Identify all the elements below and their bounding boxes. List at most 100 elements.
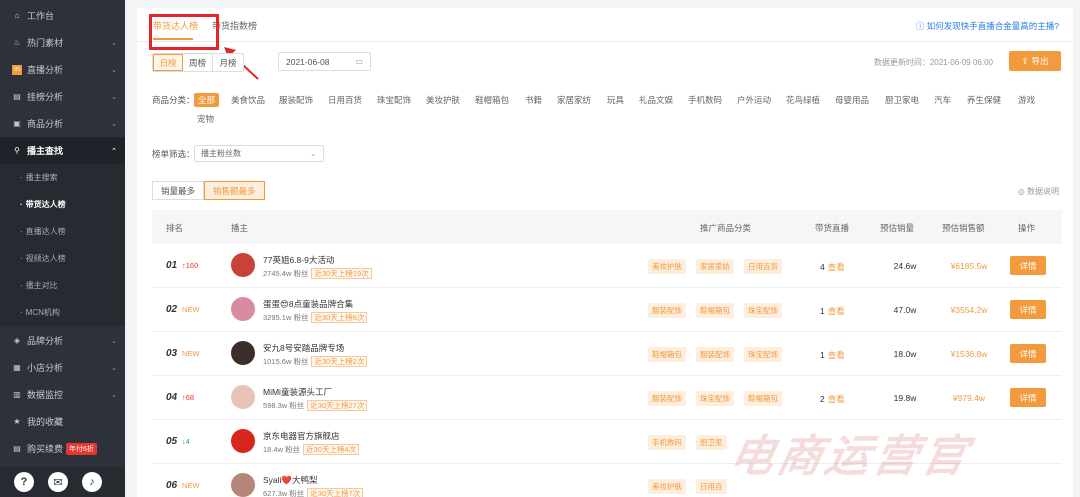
category-item[interactable]: 日用百货 — [328, 94, 362, 106]
sidebar-subitem-streamer-search[interactable]: · 播主搜索 — [0, 164, 125, 191]
col-category: 推广商品分类 — [700, 223, 752, 233]
wechat-icon[interactable]: ✉ — [48, 472, 68, 492]
category-item[interactable]: 游戏 — [1018, 94, 1035, 106]
sidebar-item-workbench[interactable]: ⌂ 工作台 — [0, 2, 125, 29]
sort-by-volume[interactable]: 销量最多 — [152, 181, 205, 200]
chevron-down-icon: ⌄ — [111, 93, 117, 101]
streamer-name[interactable]: 蛋蛋😍8点童装品牌合集 — [263, 298, 353, 310]
period-day[interactable]: 日榜 — [153, 54, 183, 71]
chevron-down-icon: ⌄ — [111, 66, 117, 74]
category-item[interactable]: 家居家纺 — [557, 94, 591, 106]
sidebar-subitem-compare[interactable]: · 播主对比 — [0, 272, 125, 299]
category-item[interactable]: 养生保健 — [967, 94, 1001, 106]
fans-info: 18.4w 粉丝 近30天上榜4次 — [263, 444, 360, 455]
sidebar-subitem-mcn[interactable]: · MCN机构 — [0, 299, 125, 326]
detail-button[interactable]: 详情 — [1010, 256, 1046, 275]
period-month[interactable]: 月榜 — [213, 54, 243, 71]
category-item[interactable]: 汽车 — [934, 94, 951, 106]
sort-by-amount[interactable]: 销售额最多 — [204, 181, 265, 200]
category-item[interactable]: 母婴用品 — [835, 94, 869, 106]
sidebar-item-product-analysis[interactable]: ▣ 商品分析 ⌄ — [0, 110, 125, 137]
streamer-name[interactable]: 京东电器官方旗舰店 — [263, 430, 340, 442]
help-link[interactable]: ⓘ 如何发现快手直播合金量高的主播? — [916, 20, 1059, 32]
category-item[interactable]: 礼品文娱 — [639, 94, 673, 106]
category-label: 商品分类： — [152, 95, 195, 105]
category-tag: 美妆护肤 — [648, 259, 686, 274]
star-icon: ★ — [13, 417, 21, 426]
view-live-link[interactable]: 查看 — [828, 306, 845, 316]
avatar[interactable] — [231, 385, 255, 409]
category-tag: 鞋帽箱包 — [648, 347, 686, 362]
category-item[interactable]: 美食饮品 — [231, 94, 265, 106]
upload-icon: ⇪ — [1021, 55, 1029, 66]
category-item[interactable]: 鞋帽箱包 — [475, 94, 509, 106]
avatar[interactable] — [231, 253, 255, 277]
category-item[interactable]: 宠物 — [197, 113, 214, 125]
avatar[interactable] — [231, 429, 255, 453]
col-streamer: 播主 — [231, 223, 249, 233]
view-live-link[interactable]: 查看 — [828, 350, 845, 360]
date-picker[interactable]: 2021-06-08 ▭ — [278, 52, 371, 71]
detail-button[interactable]: 详情 — [1010, 300, 1046, 319]
category-item[interactable]: 玩具 — [607, 94, 624, 106]
view-live-link[interactable]: 查看 — [828, 262, 845, 272]
shop-icon: ▦ — [13, 363, 21, 372]
avatar[interactable] — [231, 341, 255, 365]
sidebar-item-shop-analysis[interactable]: ▦ 小店分析 ⌄ — [0, 354, 125, 381]
detail-button[interactable]: 详情 — [1010, 388, 1046, 407]
sidebar-item-rank-analysis[interactable]: ▤ 挂榜分析 ⌄ — [0, 83, 125, 110]
sidebar-item-streamer-search[interactable]: ⚲ 播主查找 ⌃ — [0, 137, 125, 164]
list-icon: ▤ — [13, 92, 21, 101]
rank-count-badge: 近30天上榜8次 — [311, 312, 368, 323]
category-item[interactable]: 珠宝配饰 — [377, 94, 411, 106]
sidebar-item-data-monitor[interactable]: ▥ 数据监控 ⌄ — [0, 381, 125, 408]
search-icon: ⚲ — [14, 146, 20, 155]
sidebar-subitem-video-rank[interactable]: · 视频达人榜 — [0, 245, 125, 272]
tiktok-icon[interactable]: ♪ — [82, 472, 102, 492]
category-item[interactable]: 手机数码 — [688, 94, 722, 106]
table-row: 04 ↑68 MiMi童装源头工厂 598.3w 粉丝 近30天上榜27次 服装配… — [152, 376, 1062, 420]
category-item[interactable]: 书籍 — [525, 94, 542, 106]
sort-switch: 销量最多 销售额最多 — [152, 181, 265, 200]
category-item[interactable]: 美妆护肤 — [426, 94, 460, 106]
category-item[interactable]: 户外运动 — [737, 94, 771, 106]
help-icon[interactable]: ? — [14, 472, 34, 492]
filter-select[interactable]: 播主粉丝数 ⌄ — [194, 145, 324, 162]
fans-info: 2745.4w 粉丝 近30天上榜19次 — [263, 268, 372, 279]
chevron-up-icon: ⌃ — [111, 147, 117, 155]
category-tag: 日用百货 — [744, 259, 782, 274]
streamer-name[interactable]: 安九8号安踏品牌专场 — [263, 342, 344, 354]
sidebar-item-live-analysis[interactable]: in 直播分析 ⌄ — [0, 56, 125, 83]
chevron-down-icon: ⌄ — [111, 39, 117, 47]
avatar[interactable] — [231, 297, 255, 321]
sidebar-item-hot-material[interactable]: ♨ 热门素材 ⌄ — [0, 29, 125, 56]
streamer-name[interactable]: 77英姐6.8-9大活动 — [263, 254, 334, 266]
period-week[interactable]: 周榜 — [183, 54, 213, 71]
export-button[interactable]: ⇪ 导出 — [1009, 51, 1061, 71]
app-window: ⌂ 工作台 ♨ 热门素材 ⌄ in 直播分析 ⌄ ▤ 挂榜分析 ⌄ ▣ 商品分析 ⌄ ⚲ 播主查找 ⌃… — [0, 0, 1080, 497]
streamer-name[interactable]: MiMi童装源头工厂 — [263, 386, 332, 398]
sidebar-subitem-sales-rank[interactable]: · 带货达人榜 — [0, 191, 125, 218]
chart-icon: in — [12, 64, 22, 75]
table-header: 排名 播主 推广商品分类 带货直播 预估销量 预估销售额 操作 — [152, 210, 1062, 244]
col-sales: 预估销量 — [880, 223, 915, 233]
sidebar-item-brand-analysis[interactable]: ◈ 品牌分析 ⌄ — [0, 327, 125, 354]
streamer-name[interactable]: Syali❤️大鸭梨 — [263, 474, 318, 486]
category-item[interactable]: 服装配饰 — [279, 94, 313, 106]
question-icon: ⓘ — [915, 21, 925, 31]
category-all[interactable]: 全部 — [194, 93, 220, 107]
data-note-link[interactable]: ◎ 数据说明 — [1018, 186, 1059, 197]
view-live-link[interactable]: 查看 — [828, 394, 845, 404]
filter-label: 榜单筛选： — [152, 149, 195, 159]
category-item[interactable]: 厨卫家电 — [885, 94, 919, 106]
rank-number: 03 — [166, 348, 178, 359]
category-tag: 服装配饰 — [648, 391, 686, 406]
rank-change: ↓4 — [182, 437, 190, 446]
sidebar-subitem-live-rank[interactable]: · 直播达人榜 — [0, 218, 125, 245]
sales-value: 47.0w — [893, 305, 917, 315]
sidebar-item-renew[interactable]: ▤ 购买续费 年付6折 — [0, 435, 125, 462]
category-item[interactable]: 花鸟绿植 — [786, 94, 820, 106]
avatar[interactable] — [231, 473, 255, 497]
sidebar-item-favorites[interactable]: ★ 我的收藏 — [0, 408, 125, 435]
detail-button[interactable]: 详情 — [1010, 344, 1046, 363]
